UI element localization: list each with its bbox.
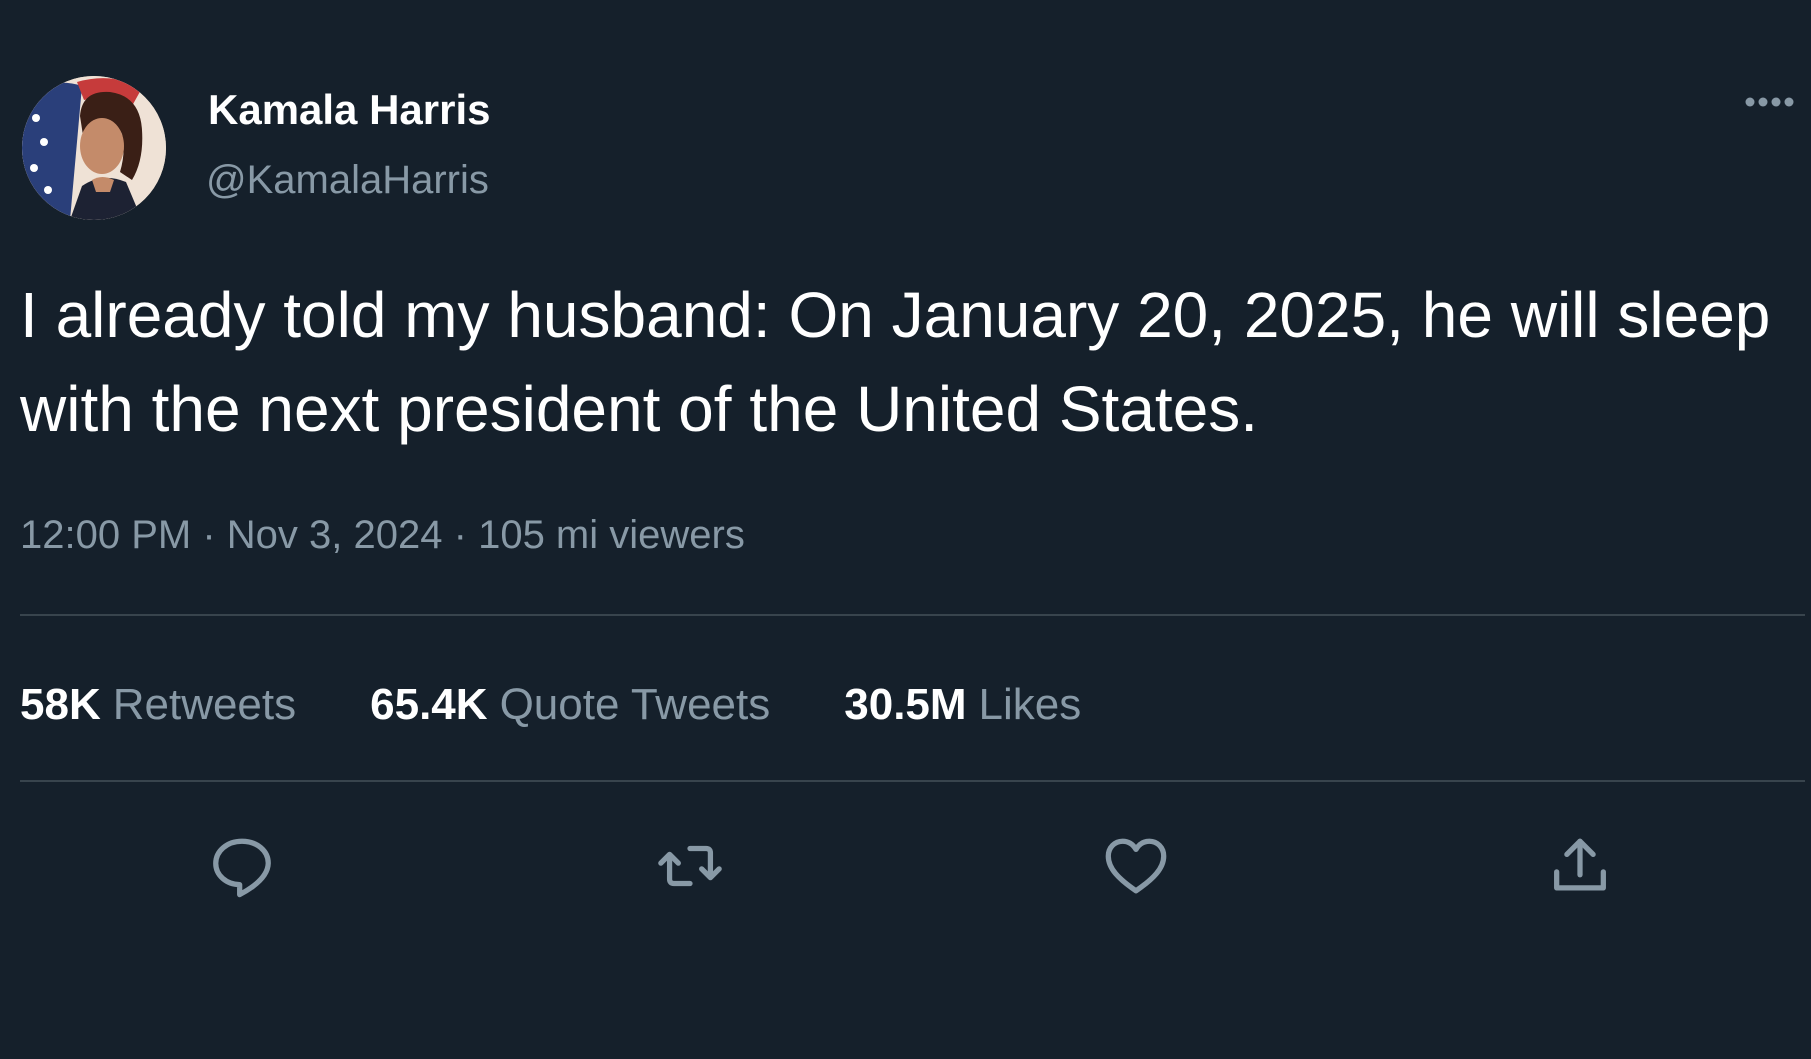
- likes-count: 30.5M: [844, 680, 967, 729]
- retweets-count: 58K: [20, 680, 101, 729]
- avatar-image: [22, 76, 166, 220]
- divider: [20, 614, 1805, 616]
- avatar[interactable]: [22, 76, 166, 220]
- tweet-time[interactable]: 12:00 PM: [20, 513, 191, 557]
- more-options-button[interactable]: [1738, 82, 1804, 122]
- tweet-card: Kamala Harris @KamalaHarris I already to…: [0, 0, 1811, 1059]
- share-icon: [1554, 838, 1606, 891]
- quote-tweets-stat[interactable]: 65.4K Quote Tweets: [370, 680, 770, 730]
- tweet-meta: 12:00 PM · Nov 3, 2024 · 105 mi viewers: [20, 513, 745, 558]
- reply-button[interactable]: [202, 826, 282, 906]
- retweets-label: Retweets: [112, 680, 297, 729]
- likes-stat[interactable]: 30.5M Likes: [844, 680, 1081, 730]
- likes-label: Likes: [978, 680, 1082, 729]
- retweet-button[interactable]: [650, 826, 730, 906]
- tweet-date[interactable]: Nov 3, 2024: [227, 513, 443, 557]
- handle[interactable]: @KamalaHarris: [206, 158, 489, 203]
- meta-separator: ·: [202, 513, 216, 557]
- divider: [20, 780, 1805, 782]
- quote-tweets-count: 65.4K: [370, 680, 488, 729]
- share-button[interactable]: [1540, 826, 1620, 906]
- tweet-views: 105 mi viewers: [478, 513, 745, 557]
- meta-separator: ·: [453, 513, 467, 557]
- like-button[interactable]: [1096, 826, 1176, 906]
- retweet-icon: [658, 845, 722, 887]
- retweets-stat[interactable]: 58K Retweets: [20, 680, 296, 730]
- tweet-stats: 58K Retweets 65.4K Quote Tweets 30.5M Likes: [20, 680, 1081, 730]
- reply-icon: [213, 838, 271, 898]
- display-name[interactable]: Kamala Harris: [208, 86, 491, 134]
- tweet-text: I already told my husband: On January 20…: [20, 279, 1771, 445]
- heart-icon: [1105, 838, 1167, 894]
- quote-tweets-label: Quote Tweets: [499, 680, 771, 729]
- more-dots-icon: [1745, 97, 1794, 107]
